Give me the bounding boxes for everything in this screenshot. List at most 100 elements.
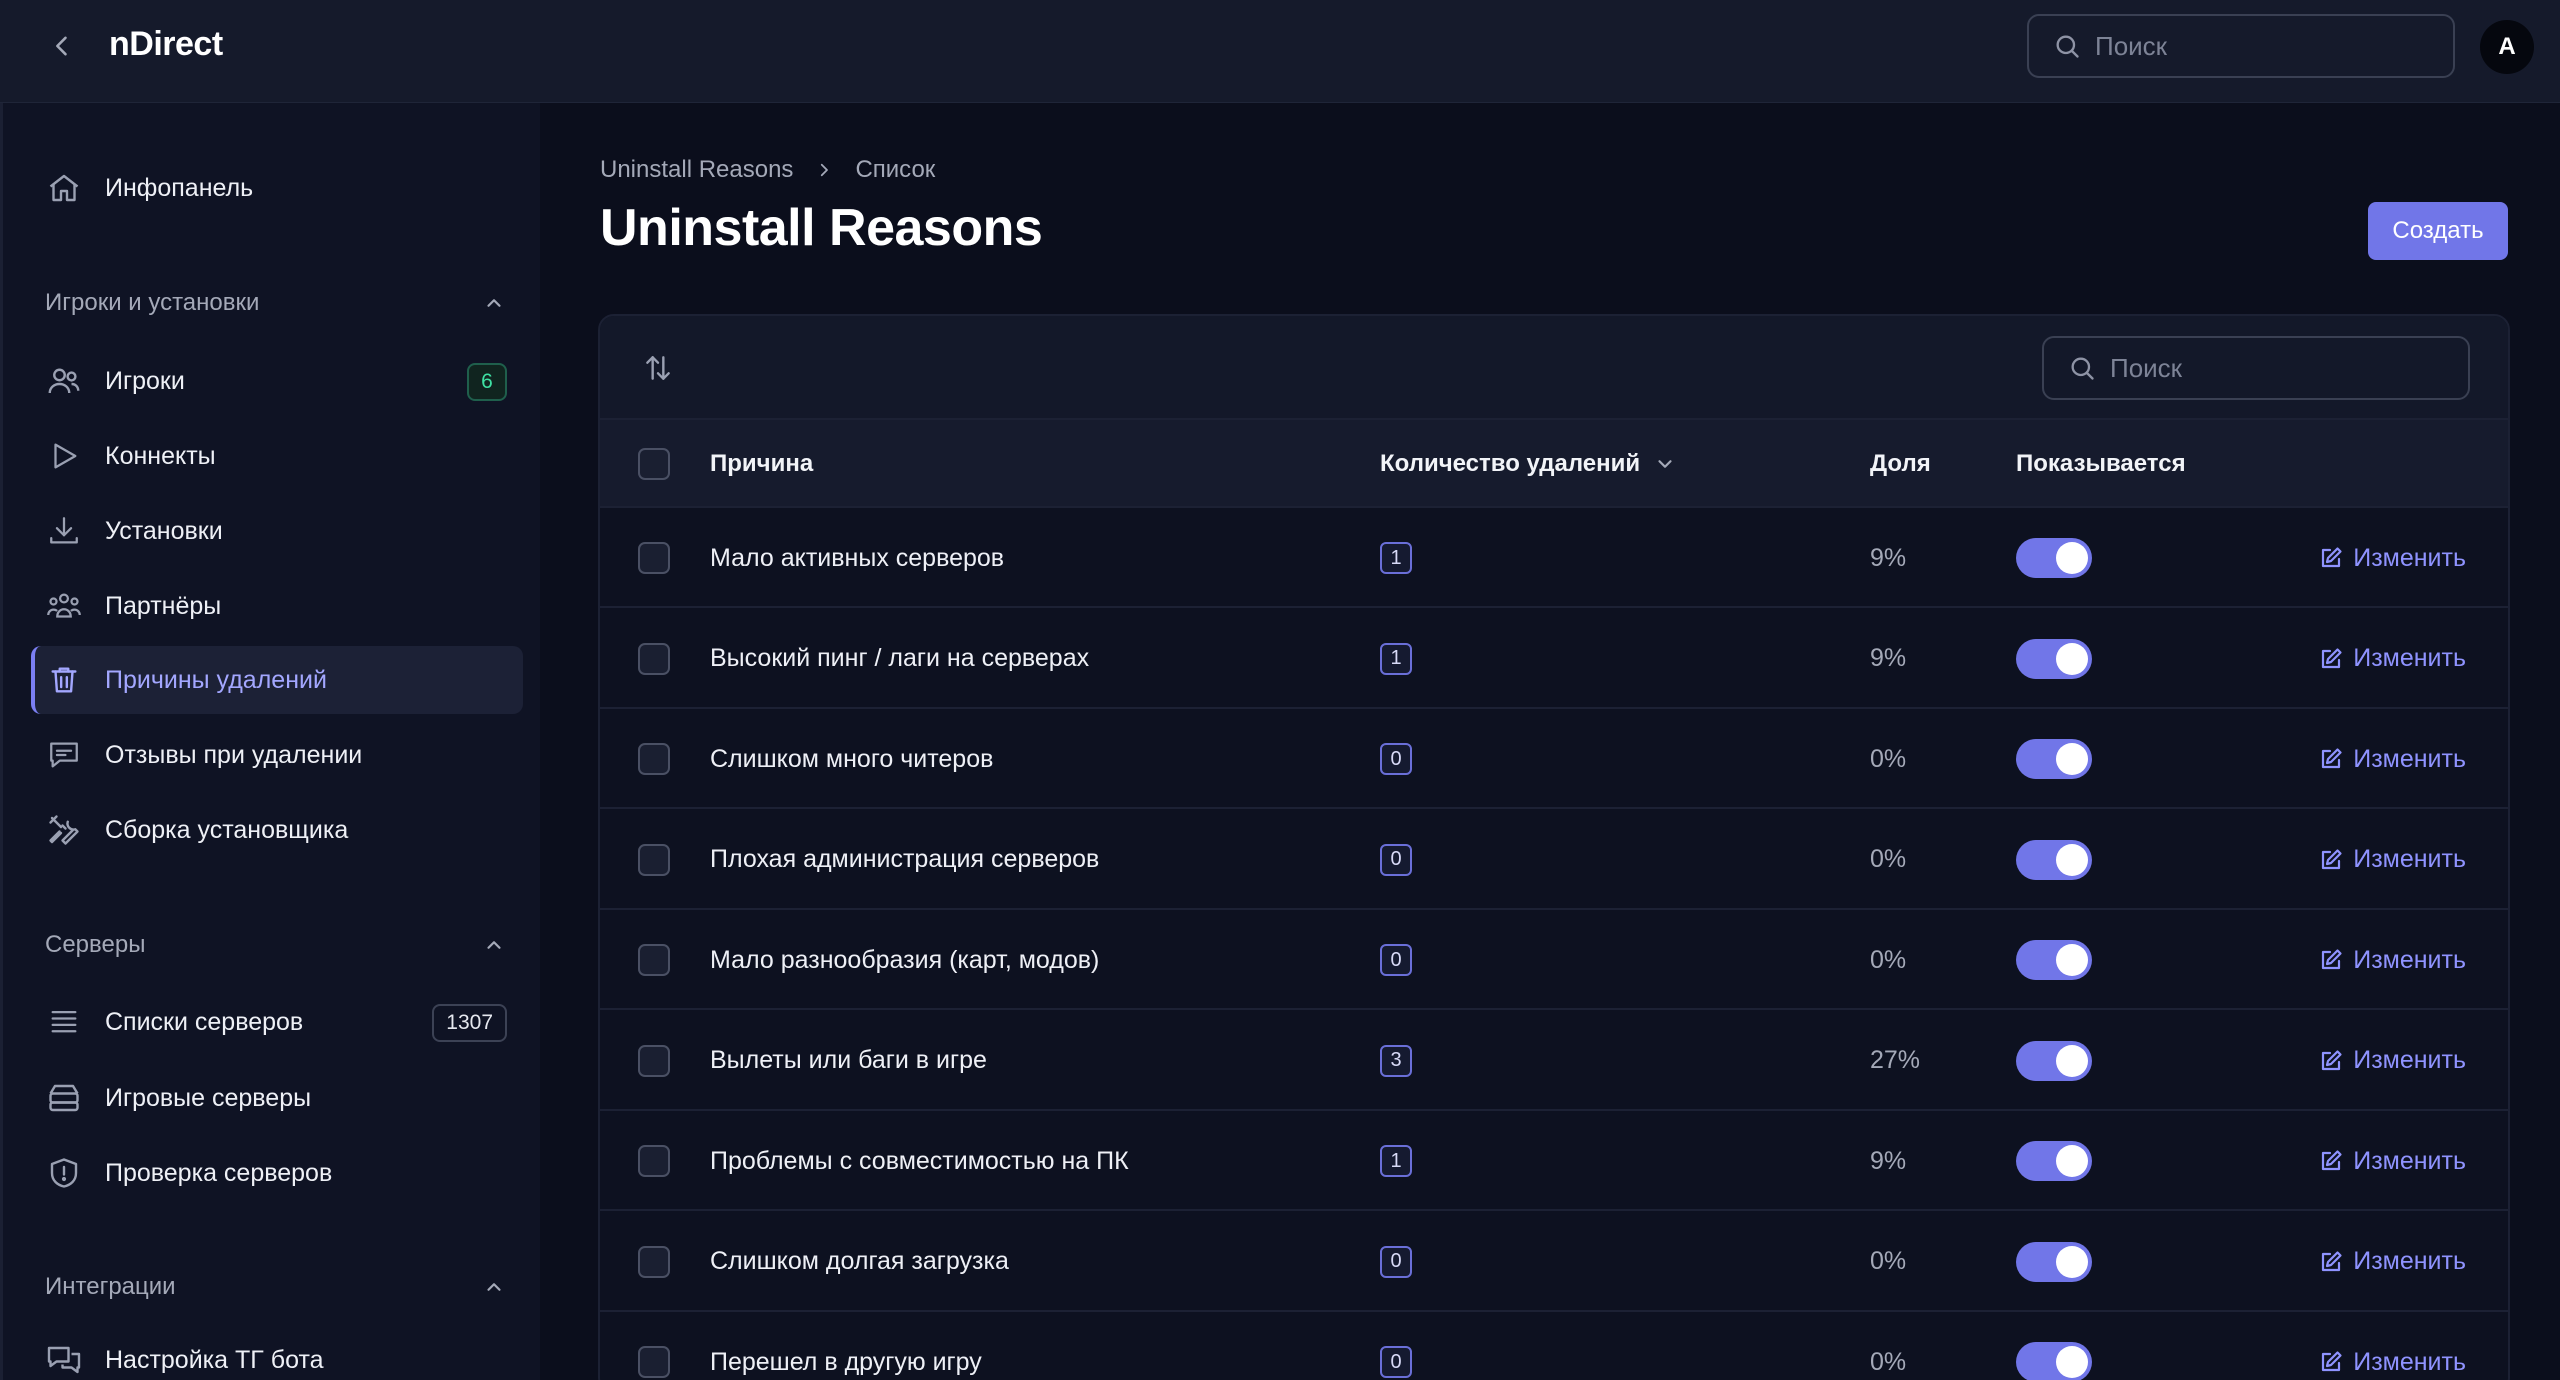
share-cell: 0% <box>1870 1247 1907 1275</box>
sidebar-item-dashboard[interactable]: Инфопанель <box>31 154 523 222</box>
row-checkbox[interactable] <box>638 843 670 876</box>
row-checkbox[interactable] <box>638 1346 670 1378</box>
shown-toggle[interactable] <box>2016 638 2092 679</box>
edit-button[interactable]: Изменить <box>2319 1011 2466 1111</box>
table-toolbar <box>600 316 2508 420</box>
edit-button[interactable]: Изменить <box>2319 609 2466 709</box>
sidebar-item-tg-bot[interactable]: Настройка ТГ бота <box>31 1326 523 1380</box>
toggle-knob <box>2056 1346 2088 1378</box>
sidebar-item-partners[interactable]: Партнёры <box>31 572 523 640</box>
count-cell: 3 <box>1380 1011 1412 1111</box>
column-header-reason[interactable]: Причина <box>710 420 813 508</box>
edit-button[interactable]: Изменить <box>2319 910 2466 1010</box>
section-players-installs[interactable]: Игроки и установки <box>45 283 505 323</box>
share-cell: 0% <box>1870 845 1907 873</box>
column-header-count[interactable]: Количество удалений <box>1380 420 1676 508</box>
count-badge: 0 <box>1380 1346 1412 1378</box>
list-icon <box>43 1001 85 1043</box>
edit-button[interactable]: Изменить <box>2319 1312 2466 1380</box>
select-all-checkbox[interactable] <box>638 448 670 480</box>
count-badge: 1 <box>1380 1145 1412 1177</box>
edit-label: Изменить <box>2353 1347 2466 1376</box>
table-row: Перешел в другую игру 0 0% Изменить <box>600 1312 2508 1380</box>
edit-icon <box>2319 948 2343 972</box>
section-servers[interactable]: Серверы <box>45 925 505 965</box>
sidebar-item-game-servers[interactable]: Игровые серверы <box>31 1064 523 1132</box>
sidebar-item-server-lists[interactable]: Списки серверов 1307 <box>31 988 523 1056</box>
edit-icon <box>2319 546 2343 570</box>
table-search-input[interactable] <box>2110 352 2430 384</box>
chevron-down-icon <box>1658 460 1672 468</box>
sidebar-item-uninstall-feedback[interactable]: Отзывы при удалении <box>31 721 523 789</box>
column-header-shown[interactable]: Показывается <box>2016 420 2186 508</box>
sidebar: Инфопанель Игроки и установки Игроки 6 К… <box>0 103 540 1380</box>
section-integrations[interactable]: Интеграции <box>45 1267 505 1307</box>
toggle-knob <box>2056 542 2088 574</box>
count-cell: 1 <box>1380 1111 1412 1211</box>
count-cell: 0 <box>1380 910 1412 1010</box>
players-count-badge: 6 <box>467 363 507 401</box>
share-cell: 9% <box>1870 1146 1907 1175</box>
search-icon <box>2071 357 2094 380</box>
edit-button[interactable]: Изменить <box>2319 709 2466 809</box>
top-search-input[interactable] <box>2095 30 2415 62</box>
breadcrumb-root[interactable]: Uninstall Reasons <box>600 156 793 184</box>
home-icon <box>43 167 85 209</box>
toggle-knob <box>2056 1145 2088 1177</box>
sidebar-item-label: Отзывы при удалении <box>105 740 363 769</box>
sidebar-item-label: Установки <box>105 516 223 545</box>
count-cell: 1 <box>1380 609 1412 709</box>
edit-button[interactable]: Изменить <box>2319 1212 2466 1312</box>
shown-toggle[interactable] <box>2016 839 2092 880</box>
edit-button[interactable]: Изменить <box>2319 810 2466 910</box>
row-checkbox[interactable] <box>638 1245 670 1278</box>
row-checkbox[interactable] <box>638 944 670 976</box>
shown-toggle[interactable] <box>2016 538 2092 578</box>
sidebar-item-uninstall-reasons[interactable]: Причины удалений <box>31 646 523 714</box>
sort-button[interactable] <box>638 348 678 388</box>
column-header-count-label: Количество удалений <box>1380 450 1641 477</box>
section-title: Игроки и установки <box>45 289 260 316</box>
edit-button[interactable]: Изменить <box>2319 1111 2466 1211</box>
shown-toggle[interactable] <box>2016 1141 2092 1181</box>
sidebar-item-players[interactable]: Игроки 6 <box>31 347 523 415</box>
edit-label: Изменить <box>2353 945 2466 974</box>
sidebar-item-label: Проверка серверов <box>105 1158 333 1187</box>
table-search[interactable] <box>2042 336 2470 400</box>
create-button[interactable]: Создать <box>2368 202 2508 260</box>
row-checkbox[interactable] <box>638 642 670 675</box>
sidebar-item-server-check[interactable]: Проверка серверов <box>31 1139 523 1207</box>
sidebar-item-label: Сборка установщика <box>105 815 349 844</box>
sidebar-item-label: Причины удалений <box>105 665 327 694</box>
reason-cell: Мало активных серверов <box>710 543 1005 572</box>
column-header-share[interactable]: Доля <box>1870 420 1931 508</box>
top-search[interactable] <box>2027 14 2455 78</box>
edit-button[interactable]: Изменить <box>2319 508 2466 608</box>
partners-icon <box>43 585 85 627</box>
share-cell: 0% <box>1870 945 1907 974</box>
shown-toggle[interactable] <box>2016 1040 2092 1081</box>
row-checkbox[interactable] <box>638 542 670 574</box>
chevron-up-icon <box>487 941 501 949</box>
sidebar-item-installs[interactable]: Установки <box>31 497 523 565</box>
share-cell: 0% <box>1870 744 1907 773</box>
toggle-knob <box>2056 743 2088 775</box>
sidebar-item-installer-build[interactable]: Сборка установщика <box>31 796 523 864</box>
row-checkbox[interactable] <box>638 743 670 775</box>
shown-toggle[interactable] <box>2016 940 2092 980</box>
sidebar-item-connects[interactable]: Коннекты <box>31 422 523 490</box>
back-button[interactable] <box>42 26 82 66</box>
sidebar-item-label: Игроки <box>105 366 185 395</box>
shown-toggle[interactable] <box>2016 1241 2092 1282</box>
chat-icon <box>43 734 85 776</box>
shown-toggle[interactable] <box>2016 739 2092 779</box>
avatar[interactable]: A <box>2480 20 2534 74</box>
edit-label: Изменить <box>2353 1146 2466 1175</box>
shown-toggle[interactable] <box>2016 1342 2092 1380</box>
table-row: Мало разнообразия (карт, модов) 0 0% Измени… <box>600 910 2508 1010</box>
sort-arrows-icon <box>646 356 670 380</box>
row-checkbox[interactable] <box>638 1145 670 1177</box>
trash-icon <box>43 659 85 701</box>
row-checkbox[interactable] <box>638 1044 670 1077</box>
table-row: Плохая администрация серверов 0 0% Изменить <box>600 810 2508 910</box>
